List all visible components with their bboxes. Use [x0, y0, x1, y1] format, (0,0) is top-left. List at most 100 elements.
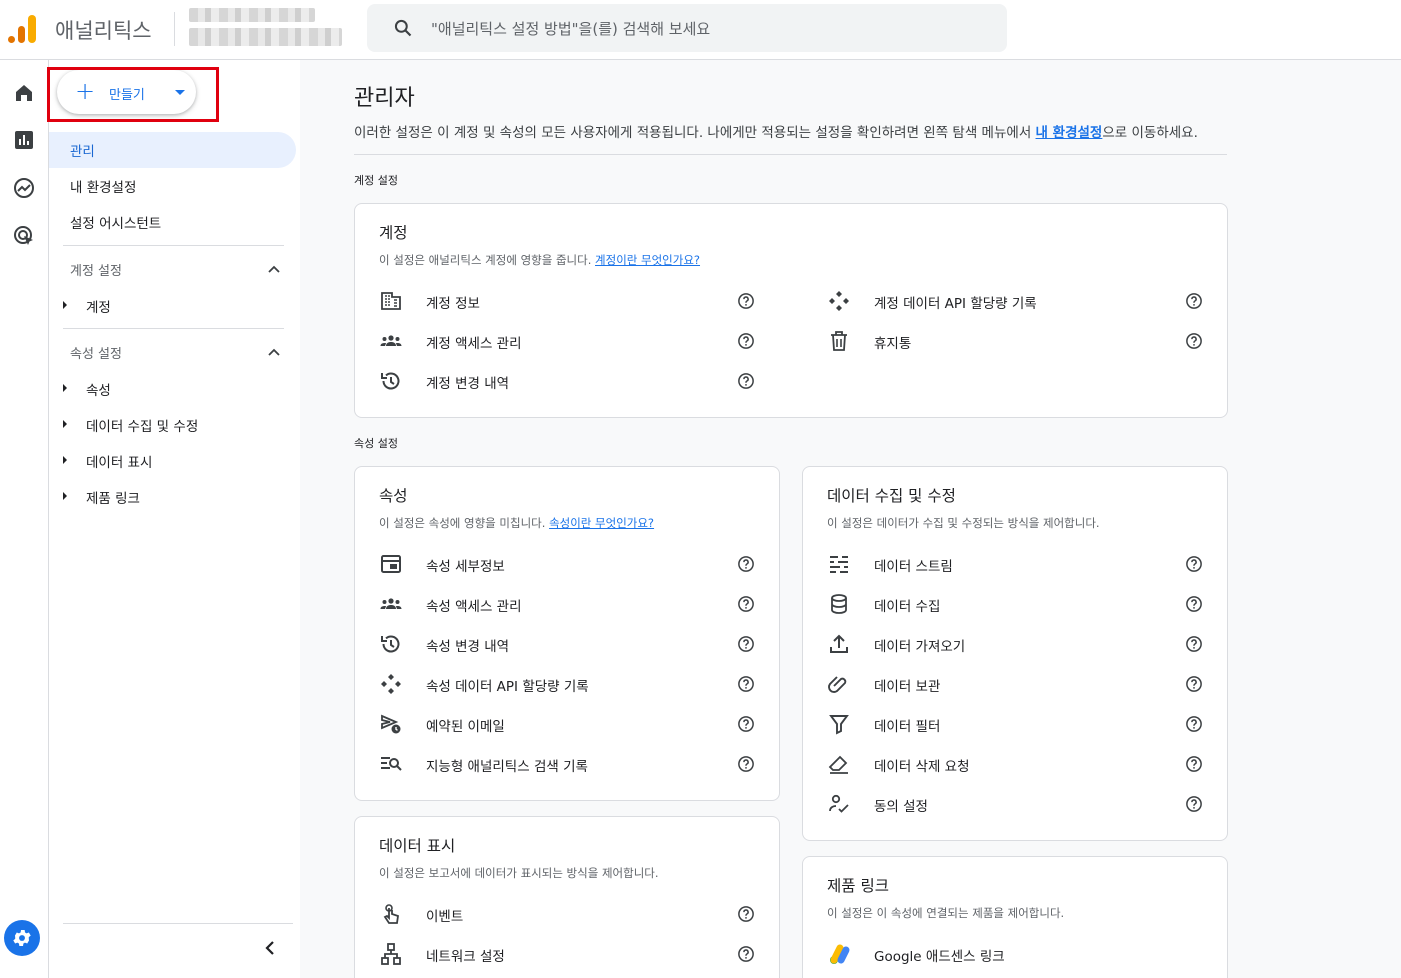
row-events[interactable]: 이벤트	[379, 902, 759, 926]
people-icon	[380, 598, 402, 609]
row-label: 데이터 보관	[874, 679, 941, 695]
card-description: 이 설정은 데이터가 수집 및 수정되는 방식을 제어합니다.	[827, 516, 1100, 530]
row-account-history[interactable]: 계정 변경 내역	[379, 369, 759, 393]
row-scheduled-emails[interactable]: 예약된 이메일	[379, 712, 759, 736]
row-data-filters[interactable]: 데이터 필터	[827, 712, 1207, 736]
row-label: 속성 데이터 API 할당량 기록	[426, 679, 589, 695]
search-history-icon	[381, 757, 402, 771]
row-property-access[interactable]: 속성 액세스 관리	[379, 592, 759, 616]
help-icon[interactable]	[1185, 595, 1203, 613]
help-icon[interactable]	[737, 945, 755, 963]
help-icon[interactable]	[737, 675, 755, 693]
admin-gear-button[interactable]	[4, 920, 40, 956]
nav-item-admin[interactable]: 관리	[49, 132, 296, 168]
adsense-logo-icon	[830, 944, 850, 964]
nav-item-my-preferences[interactable]: 내 환경설정	[49, 168, 136, 204]
row-account-access[interactable]: 계정 액세스 관리	[379, 329, 759, 353]
help-icon[interactable]	[1185, 715, 1203, 733]
property-name-redacted[interactable]	[189, 28, 342, 46]
row-network-settings[interactable]: 네트워크 설정	[379, 942, 759, 966]
nav-item-property[interactable]: 속성	[86, 379, 111, 399]
search-bar[interactable]: "애널리틱스 설정 방법"을(를) 검색해 보세요	[367, 4, 1007, 52]
explore-icon[interactable]	[12, 176, 36, 200]
analytics-logo-icon[interactable]	[8, 13, 38, 43]
row-consent[interactable]: 동의 설정	[827, 792, 1207, 816]
help-icon[interactable]	[1185, 332, 1203, 350]
help-icon[interactable]	[737, 372, 755, 390]
row-label: 네트워크 설정	[426, 949, 505, 965]
help-icon[interactable]	[1185, 755, 1203, 773]
row-label: 데이터 필터	[874, 719, 941, 735]
advertising-icon[interactable]	[12, 224, 36, 248]
expand-arrow-icon[interactable]	[63, 420, 67, 428]
expand-arrow-icon[interactable]	[63, 456, 67, 464]
row-account-api-quota[interactable]: 계정 데이터 API 할당량 기록	[827, 289, 1207, 313]
row-account-info[interactable]: 계정 정보	[379, 289, 759, 313]
row-data-retention[interactable]: 데이터 보관	[827, 672, 1207, 696]
row-trash[interactable]: 휴지통	[827, 329, 1207, 353]
desc-text: 이 설정은 속성에 영향을 미칩니다.	[379, 516, 550, 530]
help-icon[interactable]	[737, 755, 755, 773]
home-icon[interactable]	[12, 81, 36, 105]
search-icon	[394, 19, 412, 37]
my-preferences-link[interactable]: 내 환경설정	[1036, 125, 1103, 141]
expand-arrow-icon[interactable]	[63, 384, 67, 392]
help-icon[interactable]	[1185, 675, 1203, 693]
nav-divider	[63, 328, 284, 329]
api-icon	[381, 674, 401, 694]
help-icon[interactable]	[1185, 635, 1203, 653]
expand-arrow-icon[interactable]	[63, 492, 67, 500]
what-is-property-link[interactable]: 속성이란 무엇인가요?	[549, 516, 654, 530]
divider	[354, 154, 1227, 155]
card-title: 제품 링크	[827, 877, 889, 895]
help-icon[interactable]	[1185, 292, 1203, 310]
help-icon[interactable]	[737, 715, 755, 733]
row-data-streams[interactable]: 데이터 스트림	[827, 552, 1207, 576]
account-settings-header[interactable]: 계정 설정	[70, 260, 122, 279]
row-label: 데이터 수집	[874, 599, 941, 615]
main-content: 관리자 이러한 설정은 이 계정 및 속성의 모든 사용자에게 적용됩니다. 나…	[300, 60, 1401, 978]
card-title: 데이터 수집 및 수정	[827, 487, 956, 505]
nav-item-data-collection[interactable]: 데이터 수집 및 수정	[86, 415, 198, 435]
nav-item-data-display[interactable]: 데이터 표시	[86, 451, 152, 471]
nav-item-account[interactable]: 계정	[86, 296, 111, 316]
account-card: 계정 이 설정은 애널리틱스 계정에 영향을 줍니다. 계정이란 무엇인가요? …	[354, 203, 1228, 418]
help-icon[interactable]	[1185, 795, 1203, 813]
help-icon[interactable]	[737, 555, 755, 573]
row-property-history[interactable]: 속성 변경 내역	[379, 632, 759, 656]
collapse-nav-icon[interactable]	[262, 940, 278, 956]
app-name: 애널리틱스	[55, 19, 152, 43]
row-label: 이벤트	[426, 909, 464, 925]
nav-item-setup-assistant[interactable]: 설정 어시스턴트	[49, 204, 161, 240]
chevron-up-icon[interactable]	[268, 348, 280, 356]
search-input[interactable]: "애널리틱스 설정 방법"을(를) 검색해 보세요	[431, 18, 710, 39]
what-is-account-link[interactable]: 계정이란 무엇인가요?	[595, 253, 700, 267]
row-label: 데이터 가져오기	[874, 639, 966, 655]
product-links-card: 제품 링크 이 설정은 이 속성에 연결되는 제품을 제어합니다. Google…	[802, 856, 1228, 978]
gear-icon	[13, 930, 31, 946]
help-icon[interactable]	[1185, 555, 1203, 573]
row-data-import[interactable]: 데이터 가져오기	[827, 632, 1207, 656]
nav-item-product-links[interactable]: 제품 링크	[86, 487, 140, 507]
row-property-api-quota[interactable]: 속성 데이터 API 할당량 기록	[379, 672, 759, 696]
reports-icon[interactable]	[12, 128, 36, 152]
row-property-details[interactable]: 속성 세부정보	[379, 552, 759, 576]
nav-divider	[63, 923, 293, 924]
help-icon[interactable]	[737, 595, 755, 613]
chevron-up-icon[interactable]	[268, 265, 280, 273]
row-label: Google 애드센스 링크	[874, 949, 1005, 965]
help-icon[interactable]	[737, 332, 755, 350]
card-description: 이 설정은 보고서에 데이터가 표시되는 방식을 제어합니다.	[379, 866, 659, 880]
property-settings-header[interactable]: 속성 설정	[70, 343, 122, 362]
row-label: 지능형 애널리틱스 검색 기록	[426, 759, 588, 775]
row-data-collection[interactable]: 데이터 수집	[827, 592, 1207, 616]
expand-arrow-icon[interactable]	[63, 301, 67, 309]
row-data-deletion[interactable]: 데이터 삭제 요청	[827, 752, 1207, 776]
help-icon[interactable]	[737, 635, 755, 653]
row-adsense-link[interactable]: Google 애드센스 링크	[827, 942, 1207, 966]
account-name-redacted[interactable]	[189, 8, 315, 22]
help-icon[interactable]	[737, 292, 755, 310]
row-search-history[interactable]: 지능형 애널리틱스 검색 기록	[379, 752, 759, 776]
touch-icon	[383, 904, 399, 924]
help-icon[interactable]	[737, 905, 755, 923]
